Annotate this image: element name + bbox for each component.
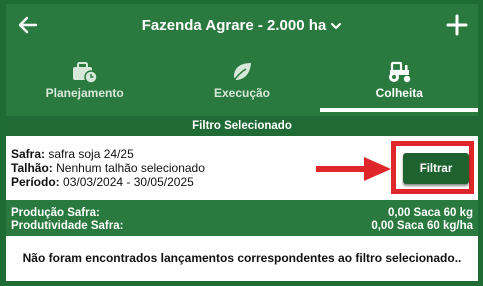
talhao-value: Nenhum talhão selecionado bbox=[56, 161, 205, 175]
safra-row: Safra: safra soja 24/25 bbox=[11, 147, 134, 161]
periodo-label: Período: bbox=[11, 175, 60, 189]
talhao-label: Talhão: bbox=[11, 161, 53, 175]
periodo-row: Período: 03/03/2024 - 30/05/2025 bbox=[11, 175, 194, 189]
tab-planejamento[interactable]: Planejamento bbox=[6, 48, 163, 116]
tractor-icon bbox=[389, 61, 411, 83]
tab-execucao-label: Execução bbox=[213, 86, 271, 100]
produtividade-value: 0,00 Saca 60 kg/ha bbox=[371, 220, 473, 232]
filtrar-button[interactable]: Filtrar bbox=[403, 153, 469, 184]
filter-summary-card: Safra: safra soja 24/25 Talhão: Nenhum t… bbox=[6, 136, 478, 200]
produtividade-label: Produtividade Safra: bbox=[11, 220, 124, 232]
tab-bar: Planejamento Execução Colheita bbox=[6, 48, 478, 116]
filter-strip: Filtro Selecionado bbox=[6, 116, 478, 136]
safra-value: safra soja 24/25 bbox=[48, 147, 134, 161]
page-title: Fazenda Agrare - 2.000 ha bbox=[141, 17, 327, 34]
talhao-row: Talhão: Nenhum talhão selecionado bbox=[11, 161, 205, 175]
tab-colheita-label: Colheita bbox=[375, 86, 423, 100]
totals-section: Produção Safra: 0,00 Saca 60 kg Produtiv… bbox=[6, 200, 478, 236]
producao-label: Produção Safra: bbox=[11, 207, 100, 219]
app-panel: Fazenda Agrare - 2.000 ha Planejamento E… bbox=[6, 4, 478, 281]
briefcase-clock-icon bbox=[72, 62, 98, 84]
plus-icon bbox=[446, 14, 468, 36]
safra-label: Safra: bbox=[11, 147, 46, 161]
empty-state-message: Não foram encontrados lançamentos corres… bbox=[6, 236, 478, 281]
producao-value: 0,00 Saca 60 kg bbox=[387, 207, 473, 219]
app-frame: Fazenda Agrare - 2.000 ha Planejamento E… bbox=[0, 0, 483, 286]
tab-planejamento-label: Planejamento bbox=[45, 86, 124, 100]
top-bar: Fazenda Agrare - 2.000 ha bbox=[6, 4, 478, 48]
add-button[interactable] bbox=[444, 12, 470, 38]
tab-execucao[interactable]: Execução bbox=[163, 48, 320, 116]
periodo-value: 03/03/2024 - 30/05/2025 bbox=[63, 175, 194, 189]
farm-selector[interactable]: Fazenda Agrare - 2.000 ha bbox=[6, 17, 478, 35]
chevron-down-icon bbox=[330, 18, 342, 35]
active-tab-indicator bbox=[320, 108, 478, 112]
annotation-arrow-icon bbox=[316, 157, 391, 181]
leaf-icon bbox=[232, 63, 251, 83]
tab-colheita[interactable]: Colheita bbox=[321, 48, 478, 116]
